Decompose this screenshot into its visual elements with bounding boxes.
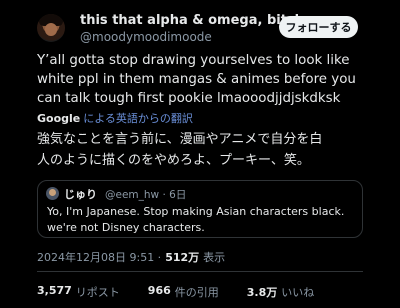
views-count: 512万 xyxy=(165,251,200,264)
likes-label: いいね xyxy=(281,286,315,299)
quote-author-name: じゅり xyxy=(64,188,97,201)
quotes-label: 件の引用 xyxy=(174,286,219,299)
quote-avatar xyxy=(46,187,59,200)
follow-button[interactable]: フォローする xyxy=(279,16,358,38)
avatar[interactable] xyxy=(37,14,65,42)
tweet-text: Y’all gotta stop drawing yourselves to l… xyxy=(37,53,356,106)
quoted-tweet[interactable]: じゅり @eem_hw · 6日 Yo, I'm Japanese. Stop … xyxy=(37,180,363,238)
quotes-stat[interactable]: 966 件の引用 xyxy=(148,284,219,300)
views-label: 表示 xyxy=(203,251,226,264)
tweet-meta: 2024年12月08日 9:51 · 512万 表示 xyxy=(37,249,225,265)
divider xyxy=(37,271,363,272)
translated-text: 強気なことを言う前に、漫画やアニメで自分を白 人のように描くのをやめろよ、プーキ… xyxy=(37,132,323,168)
google-logo: Google xyxy=(37,111,81,125)
quote-text: Yo, I'm Japanese. Stop making Asian char… xyxy=(47,205,345,234)
author-handle[interactable]: @moodymoodimoode xyxy=(80,30,212,44)
tweet-datetime[interactable]: 2024年12月08日 9:51 · xyxy=(37,249,161,265)
engagement-stats: 3,577 リポスト 966 件の引用 3.8万 いいね xyxy=(37,284,342,300)
reposts-count: 3,577 xyxy=(37,284,72,297)
reposts-label: リポスト xyxy=(75,286,120,299)
likes-count: 3.8万 xyxy=(246,286,278,299)
translation-link[interactable]: による英語からの翻訳 xyxy=(83,110,193,126)
author-display-name[interactable]: this that alpha & omega, bitch xyxy=(80,13,304,28)
likes-stat[interactable]: 3.8万 いいね xyxy=(247,284,315,300)
translation-attribution: Google による英語からの翻訳 xyxy=(37,110,193,126)
quote-meta: @eem_hw · 6日 xyxy=(105,189,187,201)
tweet-header: this that alpha & omega, bitch @moodymoo… xyxy=(0,0,400,50)
quotes-count: 966 xyxy=(147,284,171,297)
reposts-stat[interactable]: 3,577 リポスト xyxy=(37,284,120,300)
